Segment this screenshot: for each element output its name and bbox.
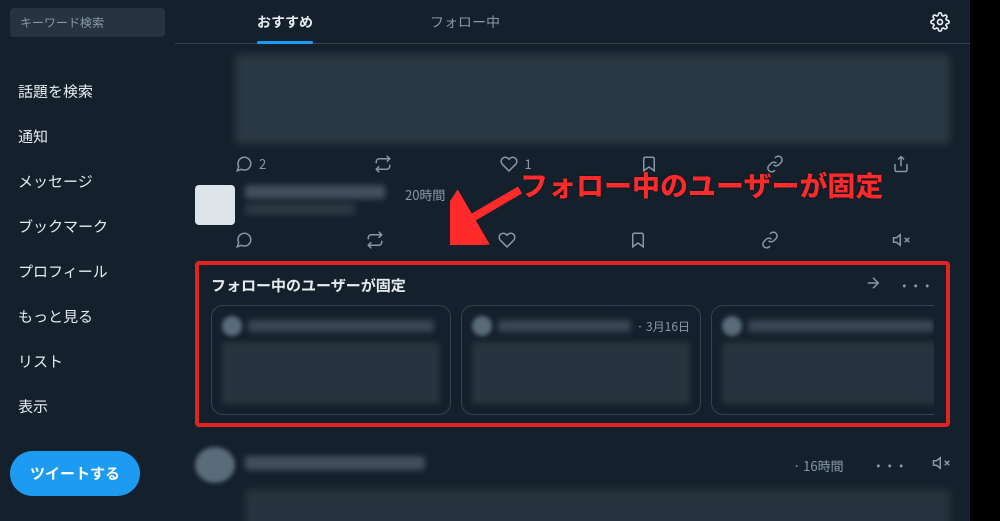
card-body (472, 342, 690, 404)
pinned-card-row: · 3月16日 (211, 305, 934, 415)
timestamp: · 16時間 (793, 456, 844, 475)
like-count: 1 (524, 154, 531, 173)
like-button[interactable] (498, 231, 516, 249)
tweet-card[interactable]: · 16時間 ··· (195, 433, 950, 521)
main-column: おすすめ フォロー中 2 (175, 0, 970, 521)
gear-icon[interactable] (930, 12, 950, 32)
right-padding (970, 0, 1000, 521)
tab-foryou[interactable]: おすすめ (195, 0, 375, 44)
display-name (245, 185, 385, 199)
search-input[interactable]: キーワード検索 (10, 8, 165, 37)
reply-count: 2 (259, 154, 266, 173)
timeline-tabs: おすすめ フォロー中 (175, 0, 970, 44)
display-name (498, 320, 631, 332)
tweet-button[interactable]: ツイートする (10, 451, 140, 496)
reply-button[interactable] (235, 231, 253, 249)
more-icon[interactable]: ··· (874, 453, 908, 477)
mute-icon[interactable] (932, 453, 950, 477)
tweet-actions (195, 225, 950, 255)
more-icon[interactable]: ··· (900, 273, 934, 297)
nav-more[interactable]: もっと見る (10, 296, 165, 337)
tweet-card[interactable]: 2 1 (195, 44, 950, 179)
avatar (722, 316, 742, 336)
display-name (748, 320, 934, 332)
share-button[interactable] (892, 154, 910, 173)
reply-button[interactable]: 2 (235, 154, 266, 173)
tweet-card[interactable]: 20時間 (195, 179, 950, 255)
nav-explore[interactable]: 話題を検索 (10, 71, 165, 112)
display-name (248, 320, 434, 332)
avatar[interactable] (195, 185, 235, 225)
display-name (245, 456, 425, 470)
like-button[interactable]: 1 (500, 154, 531, 173)
nav-lists[interactable]: リスト (10, 341, 165, 382)
tweet-actions: 2 1 (195, 148, 950, 179)
retweet-button[interactable] (374, 154, 392, 173)
avatar (222, 316, 242, 336)
avatar[interactable] (195, 447, 235, 483)
card-body (222, 342, 440, 404)
link-button[interactable] (761, 231, 779, 249)
feed: 2 1 (175, 44, 970, 521)
retweet-button[interactable] (366, 231, 384, 249)
card-date: · 3月16日 (637, 318, 690, 335)
mute-icon[interactable] (892, 231, 910, 249)
tab-following[interactable]: フォロー中 (375, 0, 555, 44)
tweet-body (245, 489, 950, 521)
pinned-title: フォロー中のユーザーが固定 (211, 275, 406, 296)
arrow-right-icon[interactable] (864, 273, 882, 297)
bookmark-button[interactable] (640, 154, 658, 173)
nav-display[interactable]: 表示 (10, 386, 165, 427)
pinned-card[interactable] (211, 305, 451, 415)
bookmark-button[interactable] (629, 231, 647, 249)
card-body (722, 342, 934, 404)
sidebar: キーワード検索 話題を検索 通知 メッセージ ブックマーク プロフィール もっと… (0, 0, 175, 521)
nav-messages[interactable]: メッセージ (10, 161, 165, 202)
nav-notifications[interactable]: 通知 (10, 116, 165, 157)
timestamp: 20時間 (405, 185, 445, 204)
pinned-card[interactable] (711, 305, 934, 415)
nav-profile[interactable]: プロフィール (10, 251, 165, 292)
tweet-body (235, 54, 950, 144)
pinned-card[interactable]: · 3月16日 (461, 305, 701, 415)
pinned-by-following-section: フォロー中のユーザーが固定 ··· · 3月16日 (195, 261, 950, 427)
avatar (472, 316, 492, 336)
nav-bookmarks[interactable]: ブックマーク (10, 206, 165, 247)
link-button[interactable] (766, 154, 784, 173)
handle (245, 203, 355, 215)
